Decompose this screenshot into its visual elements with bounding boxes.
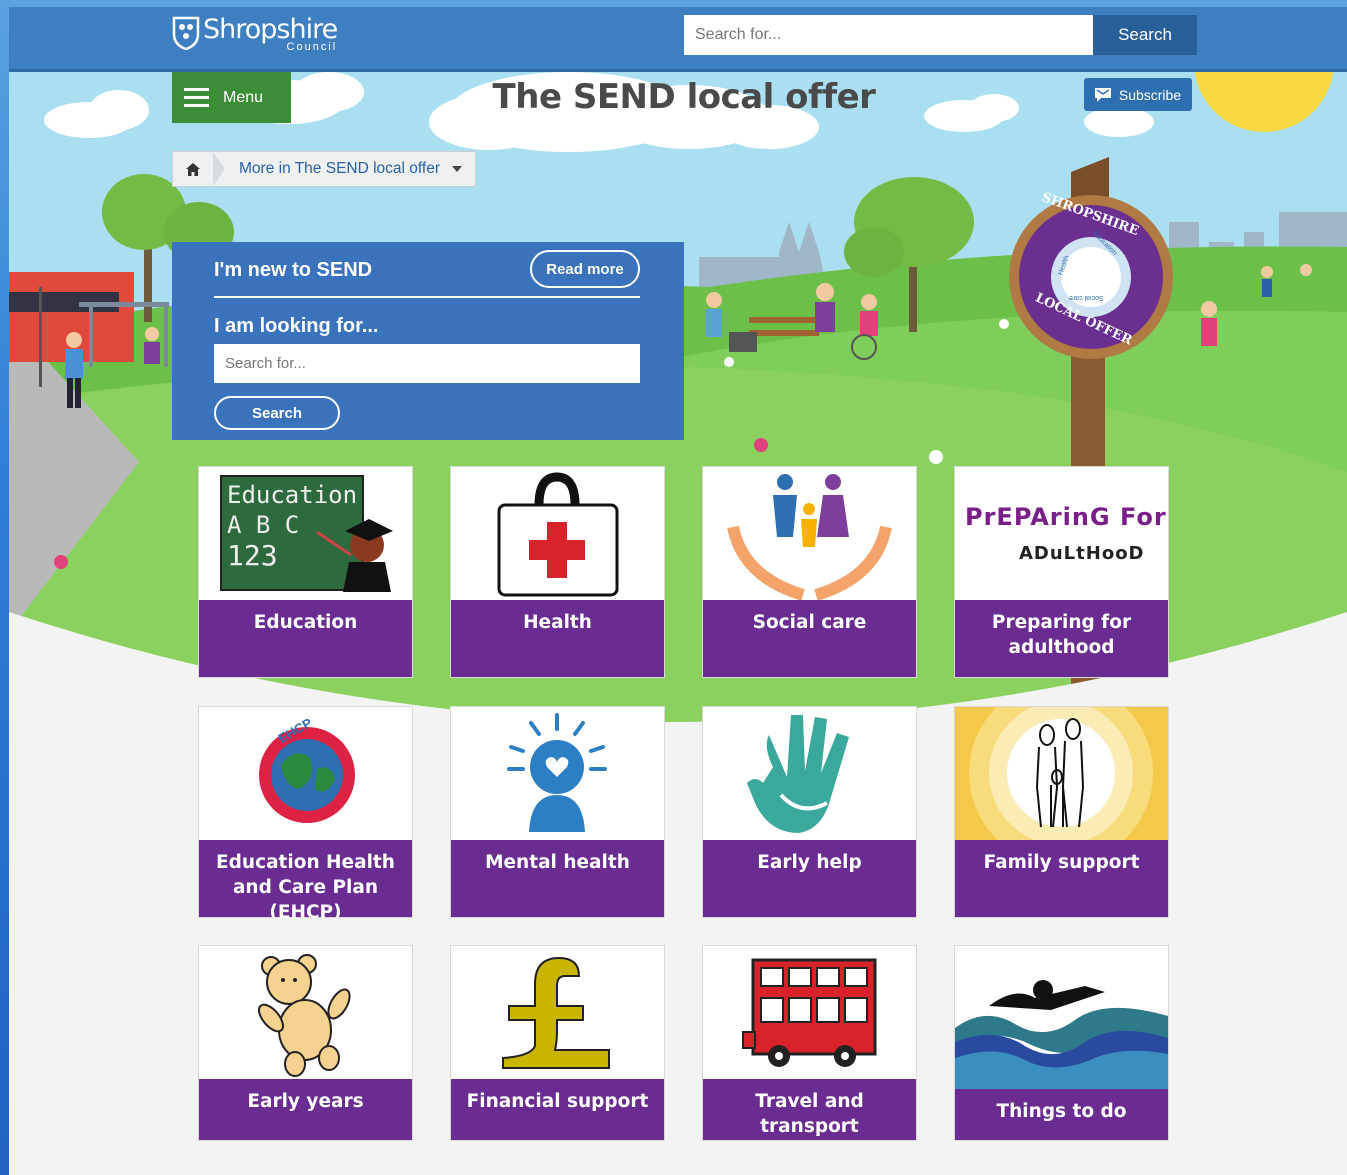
page: SHROPSHIRE LOCAL OFFER Health Education … (9, 7, 1347, 1175)
tile-early-help[interactable]: Early help (703, 707, 916, 917)
hamburger-icon (184, 88, 209, 107)
breadcrumb-home[interactable] (173, 152, 213, 186)
tile-financial-support[interactable]: Financial support (451, 946, 664, 1140)
tile-label: Preparing for adulthood (955, 600, 1168, 677)
council-logo[interactable]: Shropshire Council (172, 14, 338, 53)
globe-children-icon: EHCP (199, 707, 412, 840)
bus-icon (703, 946, 916, 1079)
read-more-button[interactable]: Read more (530, 250, 640, 288)
panel-search-button[interactable]: Search (214, 396, 340, 430)
breadcrumb-link[interactable]: More in The SEND local offer (239, 160, 440, 178)
send-search-panel: I'm new to SEND Read more I am looking f… (172, 242, 684, 440)
tile-health[interactable]: Health (451, 467, 664, 677)
first-aid-kit-icon (451, 467, 664, 600)
header-search-input[interactable] (684, 15, 1093, 55)
new-to-send-heading: I'm new to SEND (214, 259, 373, 281)
breadcrumb: More in The SEND local offer (172, 151, 477, 187)
teddy-bear-icon (199, 946, 412, 1079)
panel-search-input[interactable] (214, 344, 640, 383)
tile-mental-health[interactable]: Mental health (451, 707, 664, 917)
chalkboard-icon: Education A B C 123 (199, 467, 412, 600)
tile-label: Education (199, 600, 412, 677)
tile-early-years[interactable]: Early years (199, 946, 412, 1140)
tile-travel-and-transport[interactable]: Travel and transport (703, 946, 916, 1140)
page-title: The SEND local offer (492, 77, 876, 117)
tile-label: Mental health (451, 840, 664, 917)
tile-things-to-do[interactable]: Things to do (955, 946, 1168, 1140)
home-icon (186, 162, 200, 176)
tile-label: Things to do (955, 1089, 1168, 1140)
tile-social-care[interactable]: Social care (703, 467, 916, 677)
tile-preparing-for-adulthood[interactable]: PrEPArinG For ADuLtHooD Preparing for ad… (955, 467, 1168, 677)
education-board-text: Education A B C 123 (227, 481, 358, 572)
looking-for-heading: I am looking for... (214, 315, 379, 337)
crest-icon (172, 16, 200, 50)
subscribe-button[interactable]: Subscribe (1084, 78, 1192, 111)
family-icon (955, 707, 1168, 840)
signpost-word-social-care: Social care (1069, 294, 1104, 301)
helping-hands-icon (703, 707, 916, 840)
logo-name: Shropshire (203, 14, 338, 45)
tile-label: Health (451, 600, 664, 677)
tile-ehcp[interactable]: EHCP Education Health and Care Plan (EHC… (199, 707, 412, 923)
subscribe-label: Subscribe (1118, 86, 1182, 103)
tile-label: Education Health and Care Plan (EHCP) (199, 840, 412, 923)
tile-label: Social care (703, 600, 916, 677)
header-search-button[interactable]: Search (1093, 15, 1197, 55)
tile-label: Travel and transport (703, 1079, 916, 1140)
tile-label: Financial support (451, 1079, 664, 1140)
tile-family-support[interactable]: Family support (955, 707, 1168, 917)
menu-label: Menu (223, 88, 264, 106)
tile-label: Early years (199, 1079, 412, 1140)
envelope-icon (1094, 87, 1111, 102)
menu-button[interactable]: Menu (172, 72, 291, 123)
family-in-hands-icon (703, 467, 916, 600)
pound-sign-icon (451, 946, 664, 1079)
chevron-down-icon[interactable] (452, 166, 463, 172)
head-heart-icon (451, 707, 664, 840)
tile-education[interactable]: Education A B C 123 Education (199, 467, 412, 677)
preparing-for-adulthood-icon: PrEPArinG For ADuLtHooD (965, 503, 1167, 564)
site-header: Shropshire Council Search (9, 7, 1347, 72)
breadcrumb-separator (213, 152, 225, 186)
tile-label: Early help (703, 840, 916, 917)
panel-divider (214, 296, 640, 298)
swimmer-icon (955, 946, 1168, 1089)
tile-label: Family support (955, 840, 1168, 917)
